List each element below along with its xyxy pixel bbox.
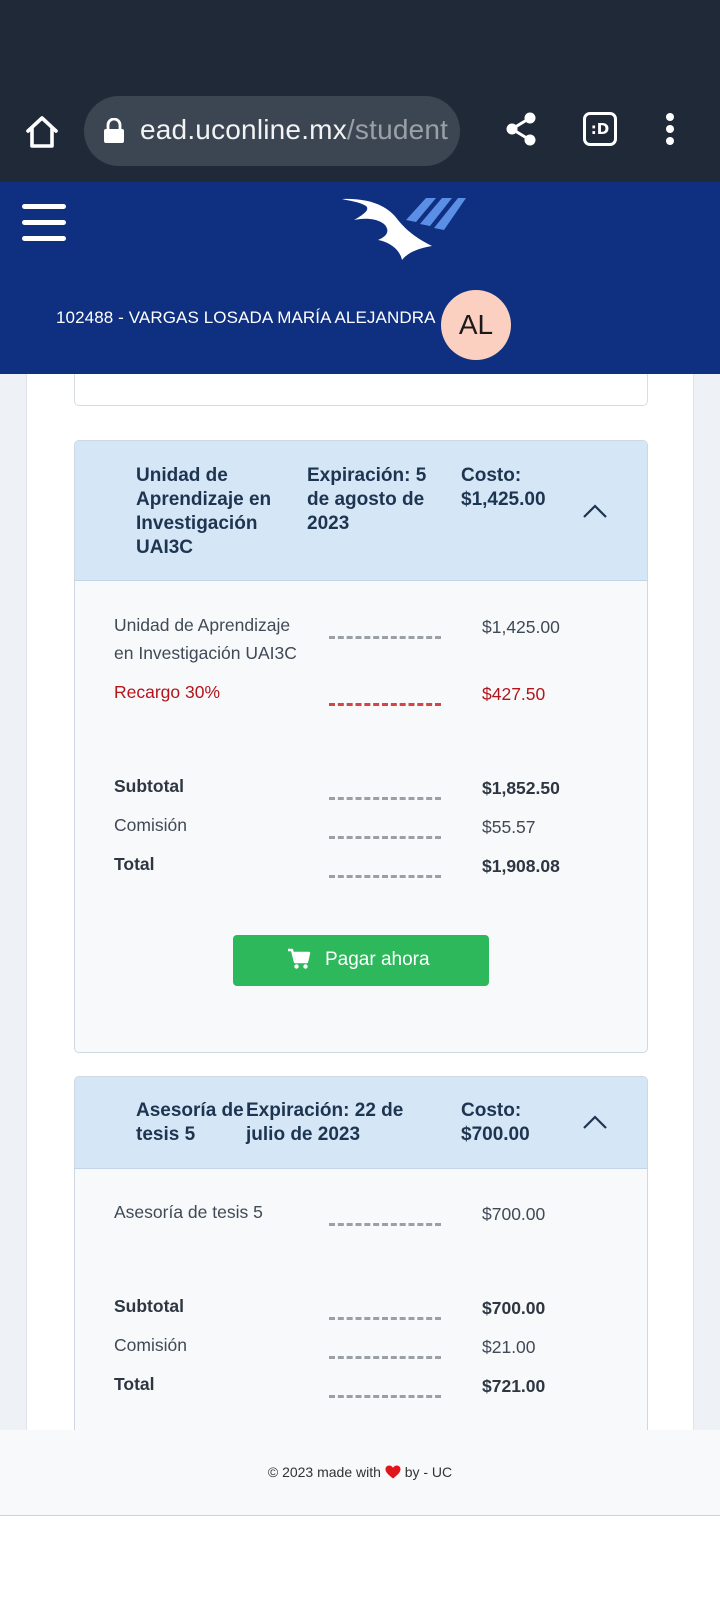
card-header[interactable]: Asesoría de tesis 5 Expiración: 22 de ju… xyxy=(75,1077,647,1169)
dash-leader xyxy=(329,1317,441,1320)
dash-leader xyxy=(329,875,441,878)
dash-leader xyxy=(329,836,441,839)
surcharge-label: Recargo 30% xyxy=(114,682,221,702)
total-value: $1,908.08 xyxy=(482,856,560,876)
footer: © 2023 made with by - UC xyxy=(0,1430,720,1516)
card-expiration: Expiración: 22 de julio de 2023 xyxy=(246,1100,404,1145)
card-header[interactable]: Unidad de Aprendizaje en Investigación U… xyxy=(75,441,647,581)
card-cost: Costo: $700.00 xyxy=(461,1100,530,1145)
total-label: Total xyxy=(114,1374,155,1394)
dash-leader xyxy=(329,703,441,706)
shopping-cart-icon xyxy=(287,948,311,970)
url-host: ead.uconline.mx xyxy=(140,114,347,145)
previous-card-bottom xyxy=(74,374,648,406)
dash-leader xyxy=(329,636,441,639)
app-header: 102488 - VARGAS LOSADA MARÍA ALEJANDRA A… xyxy=(0,182,720,374)
share-icon[interactable] xyxy=(504,111,538,147)
chevron-up-icon[interactable] xyxy=(581,502,609,520)
subtotal-value: $1,852.50 xyxy=(482,778,560,798)
payment-card: Asesoría de tesis 5 Expiración: 22 de ju… xyxy=(74,1076,648,1430)
url-text: ead.uconline.mx/student xyxy=(140,114,448,146)
home-icon[interactable] xyxy=(22,112,62,152)
card-cost: Costo: $1,425.00 xyxy=(461,465,546,510)
dash-leader xyxy=(329,1223,441,1226)
total-label: Total xyxy=(114,854,155,874)
commission-value: $21.00 xyxy=(482,1337,536,1357)
chevron-up-icon[interactable] xyxy=(581,1113,609,1131)
line-item-label: Asesoría de tesis 5 xyxy=(114,1202,263,1222)
commission-label: Comisión xyxy=(114,815,187,835)
subtotal-label: Subtotal xyxy=(114,776,184,796)
dash-leader xyxy=(329,1356,441,1359)
content-panel: Unidad de Aprendizaje en Investigación U… xyxy=(26,374,694,1430)
line-item-value: $1,425.00 xyxy=(482,617,560,637)
surcharge-value: $427.50 xyxy=(482,684,546,704)
heart-icon xyxy=(385,1465,401,1479)
commission-label: Comisión xyxy=(114,1335,187,1355)
dash-leader xyxy=(329,797,441,800)
pay-now-button[interactable]: Pagar ahora xyxy=(233,935,489,986)
footer-suffix: by - UC xyxy=(404,1464,453,1480)
line-item-value: $700.00 xyxy=(482,1204,546,1224)
student-name: 102488 - VARGAS LOSADA MARÍA ALEJANDRA xyxy=(56,308,436,327)
footer-prefix: © 2023 made with xyxy=(267,1464,381,1480)
payment-card: Unidad de Aprendizaje en Investigación U… xyxy=(74,440,648,1053)
status-bar-area xyxy=(0,0,720,90)
subtotal-label: Subtotal xyxy=(114,1296,184,1316)
eagle-logo-icon xyxy=(340,196,466,262)
tab-switcher-button[interactable]: :D xyxy=(583,112,617,146)
hamburger-menu-icon[interactable] xyxy=(22,204,66,242)
url-path: /student xyxy=(346,114,449,145)
browser-toolbar: ead.uconline.mx/student :D xyxy=(0,90,720,182)
total-value: $721.00 xyxy=(482,1376,546,1396)
card-title: Unidad de Aprendizaje en Investigación U… xyxy=(136,465,272,558)
dash-leader xyxy=(329,1395,441,1398)
card-expiration: Expiración: 5 de agosto de 2023 xyxy=(307,465,427,534)
address-bar[interactable]: ead.uconline.mx/student xyxy=(84,96,460,166)
more-vert-icon[interactable] xyxy=(661,110,679,150)
avatar[interactable]: AL xyxy=(441,290,511,360)
card-title: Asesoría de tesis 5 xyxy=(136,1100,244,1145)
subtotal-value: $700.00 xyxy=(482,1298,546,1318)
lock-icon xyxy=(102,117,126,144)
pay-now-label: Pagar ahora xyxy=(325,949,430,970)
line-item-label: Unidad de Aprendizaje en Investigación UA… xyxy=(114,615,297,663)
commission-value: $55.57 xyxy=(482,817,536,837)
